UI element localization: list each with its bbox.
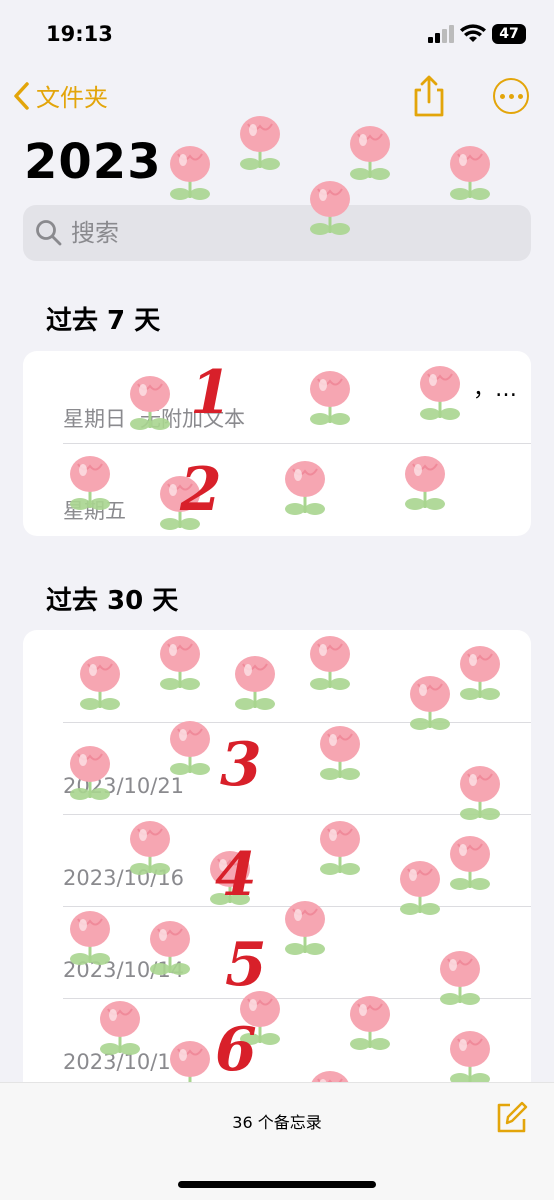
tulip-sticker-icon	[170, 721, 210, 775]
tulip-sticker-icon	[130, 376, 170, 430]
annotation-number: 5	[225, 930, 267, 1000]
back-button[interactable]: 文件夹	[12, 78, 108, 113]
tulip-sticker-icon	[70, 746, 110, 800]
battery-icon: 47	[492, 24, 526, 44]
tulip-sticker-icon	[450, 146, 490, 200]
share-icon[interactable]	[410, 74, 448, 118]
section-header-7-days: 过去 7 天	[46, 306, 161, 336]
note-count: 36 个备忘录	[232, 1113, 322, 1132]
annotation-number: 1	[190, 358, 232, 428]
status-time: 19:13	[46, 22, 113, 46]
chevron-left-icon	[14, 81, 29, 110]
tulip-sticker-icon	[160, 636, 200, 690]
tulip-sticker-icon	[285, 461, 325, 515]
tulip-sticker-icon	[460, 766, 500, 820]
section-header-30-days: 过去 30 天	[46, 586, 179, 616]
tulip-sticker-icon	[310, 181, 350, 235]
tulip-sticker-icon	[285, 901, 325, 955]
wifi-icon	[460, 24, 486, 42]
tulip-sticker-icon	[320, 821, 360, 875]
note-title: ，…	[473, 377, 518, 402]
search-input[interactable]	[71, 219, 471, 247]
tulip-sticker-icon	[310, 371, 350, 425]
status-bar: 19:13 47	[0, 0, 554, 70]
note-date: 星期日	[63, 407, 126, 431]
search-bar[interactable]	[23, 205, 531, 261]
compose-icon[interactable]	[494, 1101, 528, 1135]
tulip-sticker-icon	[440, 951, 480, 1005]
tulip-sticker-icon	[320, 726, 360, 780]
tulip-sticker-icon	[350, 996, 390, 1050]
tulip-sticker-icon	[170, 146, 210, 200]
annotation-number: 4	[215, 840, 257, 910]
home-indicator	[178, 1181, 376, 1188]
tulip-sticker-icon	[235, 656, 275, 710]
tulip-sticker-icon	[460, 646, 500, 700]
tulip-sticker-icon	[130, 821, 170, 875]
tulip-sticker-icon	[70, 911, 110, 965]
tulip-sticker-icon	[100, 1001, 140, 1055]
tulip-sticker-icon	[450, 836, 490, 890]
bottom-toolbar: 36 个备忘录	[0, 1082, 554, 1200]
annotation-number: 6	[215, 1015, 257, 1085]
tulip-sticker-icon	[150, 921, 190, 975]
search-icon	[36, 220, 62, 246]
tulip-sticker-icon	[70, 456, 110, 510]
more-options-button[interactable]	[493, 78, 529, 114]
page-title: 2023	[24, 134, 162, 190]
tulip-sticker-icon	[405, 456, 445, 510]
tulip-sticker-icon	[80, 656, 120, 710]
tulip-sticker-icon	[420, 366, 460, 420]
cellular-signal-icon	[428, 25, 454, 43]
annotation-number: 2	[180, 455, 222, 525]
tulip-sticker-icon	[240, 116, 280, 170]
annotation-number: 3	[220, 730, 262, 800]
ellipsis-icon	[499, 93, 505, 99]
tulip-sticker-icon	[310, 636, 350, 690]
back-label: 文件夹	[36, 84, 108, 112]
